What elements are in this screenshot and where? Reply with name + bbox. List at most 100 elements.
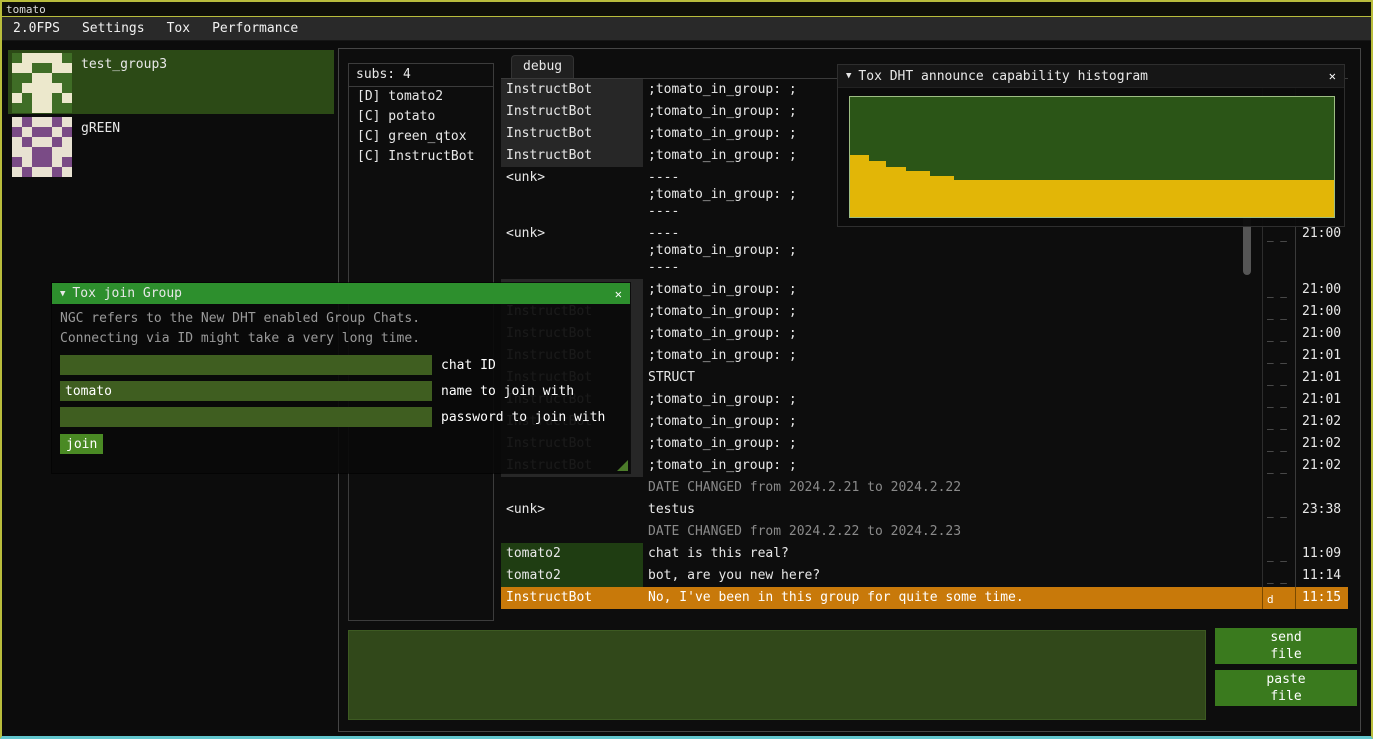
sender-name: <unk> [501,499,643,521]
join-window-titlebar[interactable]: ▼ Tox join Group ✕ [52,283,630,304]
histogram-bar [869,161,886,217]
timestamp: 21:01 [1295,367,1348,389]
histogram-bar [930,176,954,217]
message-text: ;tomato_in_group: ; [643,323,1262,345]
join-window-body: NGC refers to the New DHT enabled Group … [52,304,630,473]
menu-item-settings[interactable]: Settings [71,17,156,40]
histogram-window-title: Tox DHT announce capability histogram [858,69,1148,84]
timestamp: 21:00 [1295,301,1348,323]
member-item[interactable]: [C] green_qtox [349,127,493,147]
message-text: ;tomato_in_group: ; [643,345,1262,367]
collapse-arrow-icon[interactable]: ▼ [60,289,65,299]
chat-message-row[interactable]: tomato2bot, are you new here?_ _11:14 [501,565,1348,587]
chat-id-input[interactable] [60,355,432,375]
chat-date-row[interactable]: DATE CHANGED from 2024.2.22 to 2024.2.23 [501,521,1348,543]
menu-item-performance[interactable]: Performance [201,17,309,40]
collapse-arrow-icon[interactable]: ▼ [846,71,851,81]
timestamp: 21:02 [1295,411,1348,433]
close-icon[interactable]: ✕ [607,287,622,301]
app-window: tomato 2.0FPS SettingsToxPerformance tes… [0,0,1373,739]
message-text: No, I've been in this group for quite so… [643,587,1262,609]
delivery-flags [1262,521,1295,543]
paste-file-button[interactable]: paste file [1215,670,1357,706]
sender-name: InstructBot [501,79,643,101]
chat-id-label: chat ID [441,358,496,373]
sender-name: <unk> [501,167,643,223]
menu-item-tox[interactable]: Tox [156,17,201,40]
timestamp: 11:09 [1295,543,1348,565]
timestamp: 11:15 [1295,587,1348,609]
join-group-window: ▼ Tox join Group ✕ NGC refers to the New… [52,283,630,473]
histogram-bar [886,167,905,217]
send-file-button[interactable]: send file [1215,628,1357,664]
delivery-flags: _ _ [1262,455,1295,477]
histogram-window-titlebar[interactable]: ▼ Tox DHT announce capability histogram … [838,65,1344,88]
contact-list: test_group3gREEN [8,50,334,178]
chat-message-row[interactable]: <unk>testus_ _23:38 [501,499,1348,521]
timestamp: 11:14 [1295,565,1348,587]
histogram-bars [850,97,1334,217]
message-text: ;tomato_in_group: ; [643,455,1262,477]
chat-message-row[interactable]: tomato2chat is this real?_ _11:09 [501,543,1348,565]
message-text: DATE CHANGED from 2024.2.21 to 2024.2.22 [643,477,1262,499]
member-item[interactable]: [C] InstructBot [349,147,493,167]
tab-debug[interactable]: debug [511,55,574,78]
delivery-flags: _ _ [1262,223,1295,279]
chat-id-field: chat ID [60,355,622,375]
join-password-input[interactable] [60,407,432,427]
message-text: ;tomato_in_group: ; [643,279,1262,301]
delivery-flags: _ _ [1262,543,1295,565]
sender-name: InstructBot [501,101,643,123]
chat-message-row[interactable]: <unk>---- ;tomato_in_group: ; ----_ _21:… [501,223,1348,279]
ngc-info-line1: NGC refers to the New DHT enabled Group … [60,309,622,329]
delivery-flags: d [1262,587,1295,609]
ngc-info-line2: Connecting via ID might take a very long… [60,329,622,349]
timestamp: 21:00 [1295,323,1348,345]
sender-name: InstructBot [501,145,643,167]
member-item[interactable]: [C] potato [349,107,493,127]
histogram-bar [906,171,930,217]
delivery-flags [1262,477,1295,499]
message-text: chat is this real? [643,543,1262,565]
member-item[interactable]: [D] tomato2 [349,87,493,107]
sender-name: tomato2 [501,543,643,565]
message-text: bot, are you new here? [643,565,1262,587]
join-name-field: name to join with [60,381,622,401]
window-titlebar[interactable]: tomato [2,2,1371,17]
message-text: STRUCT [643,367,1262,389]
contact-row-test_group3[interactable]: test_group3 [8,50,334,114]
delivery-flags: _ _ [1262,345,1295,367]
sender-name: tomato2 [501,565,643,587]
chat-date-row[interactable]: DATE CHANGED from 2024.2.21 to 2024.2.22 [501,477,1348,499]
sender-name [501,477,643,499]
join-password-label: password to join with [441,410,605,425]
timestamp [1295,477,1348,499]
delivery-flags: _ _ [1262,367,1295,389]
histogram-bar [850,155,869,217]
delivery-flags: _ _ [1262,323,1295,345]
message-text: DATE CHANGED from 2024.2.22 to 2024.2.23 [643,521,1262,543]
timestamp [1295,521,1348,543]
timestamp: 21:00 [1295,279,1348,301]
message-text: ;tomato_in_group: ; [643,301,1262,323]
delivery-flags: _ _ [1262,279,1295,301]
delivery-flags: _ _ [1262,433,1295,455]
chat-message-row[interactable]: InstructBotNo, I've been in this group f… [501,587,1348,609]
close-icon[interactable]: ✕ [1321,69,1336,83]
join-button[interactable]: join [60,434,103,454]
join-name-input[interactable] [60,381,432,401]
message-text: testus [643,499,1262,521]
delivery-flags: _ _ [1262,411,1295,433]
contact-avatar [12,117,72,177]
delivery-flags: _ _ [1262,389,1295,411]
resize-grip[interactable] [617,460,628,471]
histogram-bar [954,180,1334,217]
histogram-window: ▼ Tox DHT announce capability histogram … [837,64,1345,227]
message-input[interactable] [348,630,1206,720]
fps-indicator: 2.0FPS [2,17,71,40]
contact-avatar [12,53,72,113]
timestamp: 21:01 [1295,345,1348,367]
contact-row-green[interactable]: gREEN [8,114,334,178]
menu-bar: 2.0FPS SettingsToxPerformance [2,17,1371,41]
message-text: ;tomato_in_group: ; [643,411,1262,433]
